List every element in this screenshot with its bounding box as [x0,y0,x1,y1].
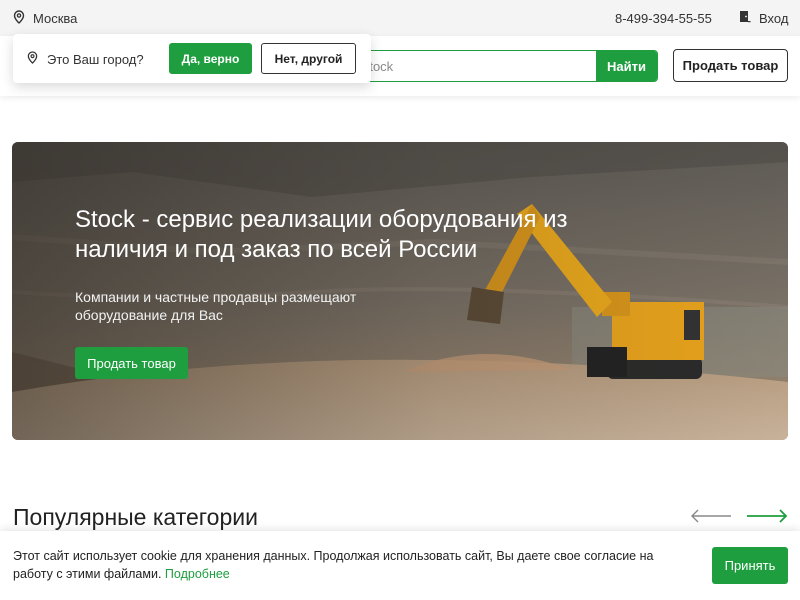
hero-banner: Stock - сервис реализации оборудования и… [12,142,788,440]
arrow-left-icon[interactable] [690,508,732,524]
hero-title: Stock - сервис реализации оборудования и… [75,206,568,263]
city-confirm-popup: Это Ваш город? Да, верно Нет, другой [13,34,371,83]
arrow-right-icon[interactable] [746,508,788,524]
hero-sell-button[interactable]: Продать товар [75,347,188,379]
door-icon [739,10,751,26]
cookie-more-link[interactable]: Подробнее [165,567,230,581]
city-selector[interactable]: Москва [13,10,77,27]
login-link[interactable]: Вход [739,10,788,26]
location-pin-icon [27,51,38,67]
hero-subtitle: Компании и частные продавцы размещают об… [75,289,357,323]
city-question: Это Ваш город? [27,51,144,67]
cookie-message: Этот сайт использует cookie для хранения… [13,549,654,581]
popular-categories-title: Популярные категории [13,504,258,530]
search-button[interactable]: Найти [596,51,657,81]
city-question-text: Это Ваш город? [47,51,144,67]
cookie-banner: Этот сайт использует cookie для хранения… [0,531,800,600]
city-confirm-no-button[interactable]: Нет, другой [261,43,356,74]
sell-product-button[interactable]: Продать товар [673,49,788,82]
cookie-text-block: Этот сайт использует cookie для хранения… [13,547,693,583]
top-bar: Москва 8-499-394-55-55 Вход [0,0,800,36]
city-confirm-yes-button[interactable]: Да, верно [169,43,252,74]
phone-number[interactable]: 8-499-394-55-55 [615,11,712,26]
city-name: Москва [33,11,78,26]
login-label: Вход [759,10,789,26]
cookie-accept-button[interactable]: Принять [712,547,788,584]
location-pin-icon [13,10,25,27]
